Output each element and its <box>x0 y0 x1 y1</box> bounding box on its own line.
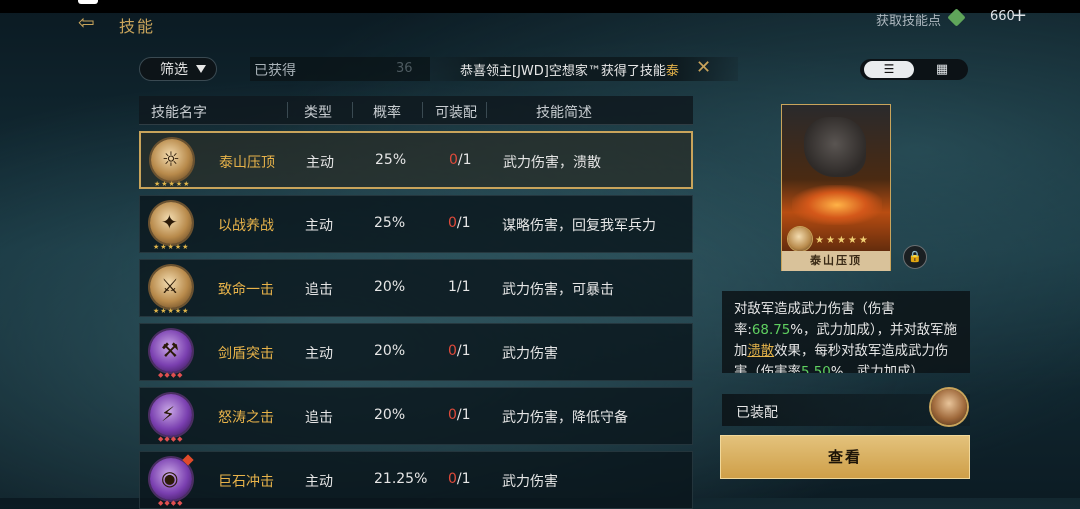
back-arrow-icon[interactable]: ⇦ <box>78 12 95 32</box>
skill-rows: ☼ ★★★★★ 泰山压顶 主动 25% 0/1 武力伤害，溃散 ✦ ★★★★★ 以战养战 主动 25%… <box>139 131 693 509</box>
skill-brief: 武力伤害 <box>502 346 558 362</box>
skill-equip: 0/1 <box>448 343 471 359</box>
page-title: 技能 <box>119 17 156 36</box>
dropdown-triangle-icon <box>196 65 206 73</box>
skill-name: 泰山压顶 <box>219 155 275 171</box>
table-header: 技能名字 类型 概率 可装配 技能简述 <box>139 96 693 125</box>
announcement-ticker: 恭喜领主[JWD]空想家™获得了技能泰 ✕ <box>430 57 738 81</box>
column-divider <box>287 102 288 118</box>
view-toggle: ☰ ▦ <box>860 59 968 80</box>
skill-glyph-icon: ◉ <box>161 466 179 490</box>
skill-row[interactable]: ⚔ ★★★★★ 致命一击 追击 20% 1/1 武力伤害，可暴击 <box>139 259 693 317</box>
skill-equip: 0/1 <box>448 215 471 231</box>
lock-icon[interactable]: 🔒 <box>903 245 927 269</box>
skill-stars: ◆◆◆◆ <box>158 499 184 507</box>
add-skill-points-button[interactable]: + <box>1012 5 1027 26</box>
skill-glyph-icon: ⚒ <box>161 338 179 362</box>
skill-stars: ◆◆◆◆ <box>158 371 184 379</box>
col-header-type: 类型 <box>304 105 332 121</box>
dot-rate-value: 5.50 <box>800 365 831 373</box>
skill-type: 主动 <box>306 155 334 171</box>
skill-brief: 武力伤害，可暴击 <box>502 282 614 298</box>
skill-equip: 1/1 <box>448 279 471 295</box>
skill-glyph-icon: ✦ <box>161 210 178 234</box>
skill-rate: 20% <box>374 279 406 295</box>
ticker-skill-name: 泰 <box>665 64 679 79</box>
status-indicator <box>78 0 98 4</box>
card-art-fire <box>792 185 882 225</box>
skill-rate: 25% <box>375 152 407 168</box>
obtained-toggle[interactable]: 已获得 36 <box>250 57 430 81</box>
skill-row[interactable]: ⚡ ◆◆◆◆ 怒涛之击 追击 20% 0/1 武力伤害，降低守备 <box>139 387 693 445</box>
skill-name: 巨石冲击 <box>218 474 274 490</box>
card-stars: ★★★★★ <box>815 235 870 246</box>
close-ticker-icon[interactable]: ✕ <box>696 57 711 78</box>
skill-equip: 0/1 <box>448 407 471 423</box>
obtained-label: 已获得 <box>254 63 296 79</box>
column-divider <box>422 102 423 118</box>
skill-name: 致命一击 <box>218 282 274 298</box>
skill-stars: ★★★★★ <box>153 307 190 315</box>
skill-type: 追击 <box>305 282 333 298</box>
skill-type: 追击 <box>305 410 333 426</box>
skill-rate: 20% <box>374 407 406 423</box>
page-header: ⇦ 技能 获取技能点 660 + <box>0 5 1080 36</box>
obtained-count: 36 <box>396 61 413 76</box>
skill-row[interactable]: ✦ ★★★★★ 以战养战 主动 25% 0/1 谋略伤害，回复我军兵力 <box>139 195 693 253</box>
skill-brief: 武力伤害，溃散 <box>503 155 601 171</box>
skill-name: 剑盾突击 <box>218 346 274 362</box>
column-divider <box>352 102 353 118</box>
skill-rate: 20% <box>374 343 406 359</box>
skill-stars: ★★★★★ <box>154 180 191 188</box>
skill-name: 怒涛之击 <box>218 410 274 426</box>
skill-card[interactable]: ★★★★★ 泰山压顶 <box>781 104 891 271</box>
skill-equip: 0/1 <box>448 471 471 487</box>
col-header-rate: 概率 <box>373 105 401 121</box>
skill-points-label[interactable]: 获取技能点 <box>876 10 941 29</box>
general-avatar[interactable] <box>931 389 967 425</box>
card-art-rock <box>804 117 866 177</box>
skill-brief: 谋略伤害，回复我军兵力 <box>502 218 656 234</box>
status-effect-link[interactable]: 溃散 <box>747 344 774 359</box>
grid-view-icon[interactable]: ▦ <box>922 61 962 78</box>
damage-rate-value: 68.75 <box>751 323 791 338</box>
skill-equip: 0/1 <box>449 152 472 168</box>
skill-rate: 25% <box>374 215 406 231</box>
skill-row[interactable]: ☼ ★★★★★ 泰山压顶 主动 25% 0/1 武力伤害，溃散 <box>139 131 693 189</box>
skill-glyph-icon: ⚔ <box>161 274 179 298</box>
equipped-label: 已装配 <box>736 405 778 421</box>
card-skill-icon <box>788 227 812 251</box>
filter-label: 筛选 <box>160 62 188 78</box>
skill-type: 主动 <box>305 346 333 362</box>
col-header-equip: 可装配 <box>435 105 477 121</box>
skill-name: 以战养战 <box>218 218 274 234</box>
skill-type: 主动 <box>305 218 333 234</box>
view-button[interactable]: 查看 <box>720 435 970 479</box>
skill-glyph-icon: ☼ <box>162 147 180 171</box>
skill-table: 技能名字 类型 概率 可装配 技能简述 ☼ ★★★★★ 泰山压顶 主动 25% 0/1 武力… <box>139 96 693 509</box>
col-header-desc: 技能简述 <box>536 105 592 121</box>
skill-rate: 21.25% <box>374 471 428 487</box>
skill-glyph-icon: ⚡ <box>161 402 176 426</box>
skill-stars: ◆◆◆◆ <box>158 435 184 443</box>
list-view-icon[interactable]: ☰ <box>864 61 914 78</box>
col-header-name: 技能名字 <box>151 105 207 121</box>
skill-stars: ★★★★★ <box>153 243 190 251</box>
skill-brief: 武力伤害 <box>502 474 558 490</box>
ticker-message: 恭喜领主[JWD]空想家™获得了技能泰 <box>460 64 679 79</box>
skill-brief: 武力伤害，降低守备 <box>502 410 628 426</box>
skill-row[interactable]: ⚒ ◆◆◆◆ 剑盾突击 主动 20% 0/1 武力伤害 <box>139 323 693 381</box>
filter-dropdown[interactable]: 筛选 <box>139 57 217 81</box>
skill-type: 主动 <box>305 474 333 490</box>
skill-description: 对敌军造成武力伤害（伤害率:68.75%，武力加成），并对敌军施加溃散效果，每秒… <box>722 291 970 373</box>
skill-point-icon <box>947 8 966 27</box>
card-skill-name: 泰山压顶 <box>782 251 890 271</box>
column-divider <box>486 102 487 118</box>
skill-row[interactable]: ◉ ◆◆◆◆ 巨石冲击 主动 21.25% 0/1 武力伤害 <box>139 451 693 509</box>
